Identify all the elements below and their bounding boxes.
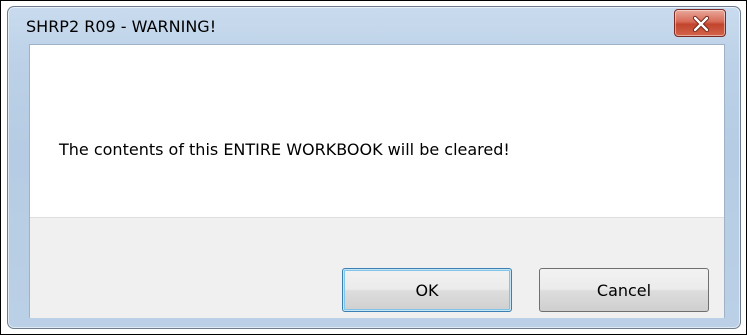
title-bar[interactable]: SHRP2 R09 - WARNING! bbox=[8, 7, 740, 43]
close-button[interactable] bbox=[674, 9, 726, 37]
screenshot-frame: SHRP2 R09 - WARNING! The contents of thi… bbox=[0, 0, 747, 335]
button-panel: OK Cancel bbox=[30, 217, 724, 318]
dialog-title: SHRP2 R09 - WARNING! bbox=[26, 17, 217, 36]
dialog-content: The contents of this ENTIRE WORKBOOK wil… bbox=[29, 44, 725, 318]
cancel-button[interactable]: Cancel bbox=[539, 268, 709, 312]
warning-message: The contents of this ENTIRE WORKBOOK wil… bbox=[59, 140, 510, 159]
ok-button[interactable]: OK bbox=[342, 268, 512, 312]
warning-dialog: SHRP2 R09 - WARNING! The contents of thi… bbox=[7, 6, 741, 329]
close-icon bbox=[692, 15, 710, 33]
